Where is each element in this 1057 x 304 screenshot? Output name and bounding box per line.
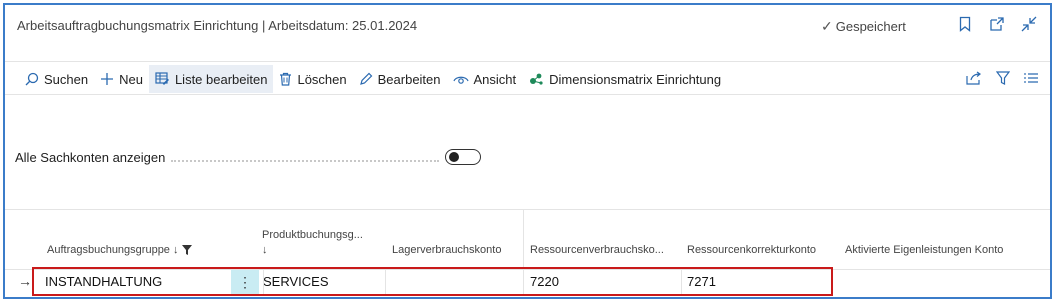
share-icon[interactable] — [966, 71, 982, 88]
column-header-label: Produktbuchungsg... — [262, 229, 363, 241]
search-button[interactable]: Suchen — [19, 65, 94, 93]
delete-button[interactable]: Löschen — [273, 65, 352, 93]
dimension-matrix-button[interactable]: Dimensionsmatrix Einrichtung — [522, 65, 727, 93]
edit-button[interactable]: Bearbeiten — [353, 65, 447, 93]
pencil-icon — [359, 72, 372, 85]
edit-list-icon — [155, 72, 169, 85]
column-header-resource-usage-account[interactable]: Ressourcenverbrauchsko... — [530, 244, 664, 256]
column-header-resource-adjustment-account[interactable]: Ressourcenkorrekturkonto — [687, 244, 816, 256]
column-header-label: Auftragsbuchungsgruppe ↓ — [47, 244, 179, 256]
open-in-new-window-icon[interactable] — [988, 15, 1006, 33]
saved-status: ✓ Gespeichert — [821, 18, 906, 35]
show-all-accounts-row: Alle Sachkonten anzeigen — [15, 149, 482, 165]
new-label: Neu — [119, 71, 143, 87]
filter-icon[interactable] — [995, 70, 1011, 88]
collapse-icon[interactable] — [1020, 15, 1038, 33]
trash-icon — [280, 72, 292, 86]
dotted-leader — [171, 159, 440, 162]
title-icons — [956, 15, 1038, 33]
column-header-order-posting-group[interactable]: Auftragsbuchungsgruppe ↓ — [47, 244, 193, 256]
action-bar-right — [966, 64, 1038, 94]
view-label: Ansicht — [473, 71, 517, 87]
toggle-knob — [449, 152, 460, 162]
selected-row-highlight — [32, 267, 833, 296]
filter-icon — [182, 245, 193, 255]
plus-icon — [101, 73, 114, 85]
list-view-icon[interactable] — [1024, 72, 1038, 87]
current-row-arrow-icon: → — [18, 273, 32, 289]
page-frame: Arbeitsauftragbuchungsmatrix Einrichtung… — [3, 3, 1052, 299]
sort-arrow: ↓ — [262, 244, 268, 256]
dimensions-icon — [530, 73, 543, 85]
delete-label: Löschen — [297, 71, 347, 87]
view-button[interactable]: Ansicht — [447, 65, 523, 93]
edit-label: Bearbeiten — [377, 71, 441, 87]
divider — [5, 94, 1050, 95]
eye-icon — [452, 76, 469, 84]
page-title: Arbeitsauftragbuchungsmatrix Einrichtung… — [17, 18, 418, 33]
toggle-label: Alle Sachkonten anzeigen — [15, 149, 166, 165]
action-bar: Suchen Neu Liste bearbeiten Löschen Bear… — [5, 64, 1050, 94]
column-header-capitalized-own-work-account[interactable]: Aktivierte Eigenleistungen Konto — [845, 244, 1003, 256]
column-header-product-posting-group[interactable]: Produktbuchungsg... ↓ — [262, 229, 363, 256]
search-label: Suchen — [44, 71, 89, 87]
bookmark-icon[interactable] — [956, 15, 974, 33]
column-header-inventory-account[interactable]: Lagerverbrauchskonto — [392, 244, 501, 256]
divider — [5, 61, 1050, 62]
new-button[interactable]: Neu — [94, 65, 149, 93]
edit-list-button[interactable]: Liste bearbeiten — [148, 65, 274, 93]
divider — [5, 209, 1050, 210]
title-bar: Arbeitsauftragbuchungsmatrix Einrichtung… — [5, 5, 1050, 49]
edit-list-label: Liste bearbeiten — [174, 71, 268, 87]
dimension-matrix-label: Dimensionsmatrix Einrichtung — [549, 71, 722, 87]
checkmark-icon: ✓ — [821, 18, 833, 34]
saved-label: Gespeichert — [835, 19, 906, 34]
show-all-accounts-toggle[interactable] — [445, 149, 482, 165]
search-icon — [25, 72, 39, 86]
